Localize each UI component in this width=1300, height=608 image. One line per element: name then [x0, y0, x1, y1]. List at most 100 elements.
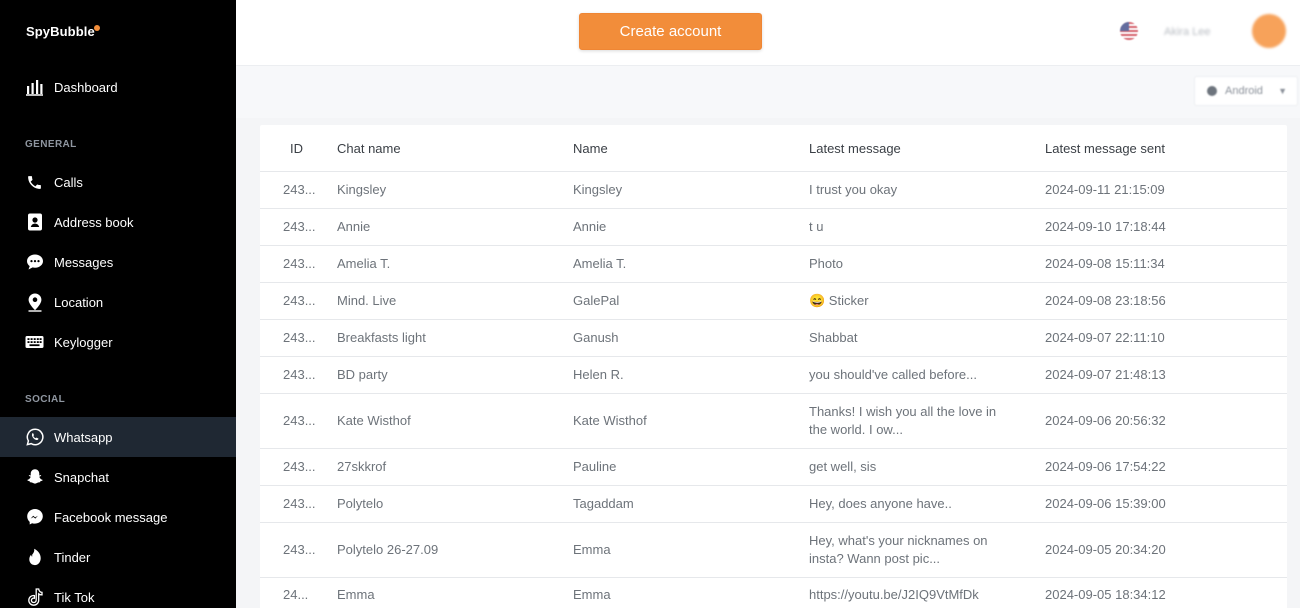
tiktok-icon [25, 588, 44, 607]
cell-latest-message-sent: 2024-09-07 21:48:13 [1045, 367, 1166, 382]
cell-latest-message: Shabbat [809, 330, 858, 345]
cell-id: 243... [283, 256, 316, 271]
sidebar-item-label: Calls [54, 174, 83, 190]
sidebar-item-label: Keylogger [54, 334, 113, 350]
cell-chat-name: 27skkrof [337, 459, 387, 474]
cell-chat-name: Mind. Live [337, 293, 397, 308]
column-header-chat-name[interactable]: Chat name [337, 141, 401, 156]
sidebar-item-tiktok[interactable]: Tik Tok [0, 577, 236, 608]
table-row[interactable]: 243... Amelia T. Amelia T. Photo 2024-09… [260, 246, 1287, 283]
cell-chat-name: Polytelo 26-27.09 [337, 542, 439, 557]
table-row[interactable]: 243... 27skkrof Pauline get well, sis 20… [260, 449, 1287, 486]
sidebar-item-dashboard[interactable]: Dashboard [0, 67, 236, 107]
whatsapp-chats-table: ID Chat name Name Latest message Latest … [260, 125, 1287, 608]
sidebar-item-messages[interactable]: Messages [0, 242, 236, 282]
cell-id: 24... [283, 587, 309, 602]
sidebar-item-label: Messages [54, 254, 114, 270]
table-row[interactable]: 243... Polytelo 26-27.09 Emma Hey, what'… [260, 523, 1287, 578]
cell-latest-message-sent: 2024-09-05 18:34:12 [1045, 587, 1166, 602]
table-row[interactable]: 243... Mind. Live GalePal 😄 Sticker 2024… [260, 283, 1287, 320]
sidebar-item-label: Dashboard [54, 79, 118, 95]
column-header-latest-message-sent[interactable]: Latest message sent [1045, 141, 1165, 156]
table-row[interactable]: 243... Polytelo Tagaddam Hey, does anyon… [260, 486, 1287, 523]
cell-id: 243... [283, 542, 316, 557]
cell-latest-message-sent: 2024-09-07 22:11:10 [1045, 330, 1165, 345]
address-book-icon [25, 213, 44, 232]
cell-name: Emma [573, 542, 611, 557]
keyboard-icon [25, 333, 44, 352]
sidebar-item-tinder[interactable]: Tinder [0, 537, 236, 577]
cell-latest-message-sent: 2024-09-06 20:56:32 [1045, 413, 1166, 428]
tinder-flame-icon [25, 548, 44, 567]
sidebar-item-label: Facebook message [54, 509, 168, 525]
table-row[interactable]: 243... Kate Wisthof Kate Wisthof Thanks!… [260, 394, 1287, 449]
cell-latest-message: 😄 Sticker [809, 293, 869, 308]
cell-latest-message: Hey, what's your nicknames on insta? Wan… [809, 533, 988, 566]
avatar[interactable] [1252, 14, 1286, 48]
cell-chat-name: Annie [337, 219, 371, 234]
sidebar-item-snapchat[interactable]: Snapchat [0, 457, 236, 497]
table-row[interactable]: 243... Annie Annie t u 2024-09-10 17:18:… [260, 209, 1287, 246]
cell-id: 243... [283, 496, 316, 511]
message-bubble-icon [25, 253, 44, 272]
cell-chat-name: Amelia T. [337, 256, 391, 271]
column-header-latest-message[interactable]: Latest message [809, 141, 1009, 156]
cell-id: 243... [283, 219, 316, 234]
cell-latest-message: t u [809, 219, 824, 234]
cell-latest-message: I trust you okay [809, 182, 898, 197]
cell-name: Kate Wisthof [573, 413, 647, 428]
device-selector-label: Android [1225, 85, 1263, 97]
sidebar-item-label: Location [54, 294, 104, 310]
table-row[interactable]: 24... Emma Emma https://youtu.be/J2IQ9Vt… [260, 578, 1287, 608]
sidebar: SpyBubble Dashboard GENERAL Calls Addres… [0, 0, 236, 608]
cell-chat-name: Emma [337, 587, 375, 602]
bar-chart-icon [25, 78, 44, 97]
messenger-icon [25, 508, 44, 527]
cell-chat-name: Breakfasts light [337, 330, 426, 345]
cell-name: Emma [573, 587, 611, 602]
cell-chat-name: Kate Wisthof [337, 413, 411, 428]
android-icon [1207, 86, 1217, 96]
us-flag-icon[interactable] [1120, 22, 1138, 40]
sidebar-item-label: Tik Tok [54, 589, 95, 605]
cell-id: 243... [283, 293, 316, 308]
brand-logo-dot [94, 25, 100, 31]
cell-latest-message: Hey, does anyone have.. [809, 496, 952, 511]
section-label-social: SOCIAL [25, 394, 66, 405]
cell-latest-message-sent: 2024-09-08 15:11:34 [1045, 256, 1165, 271]
cell-id: 243... [283, 182, 316, 197]
cell-chat-name: Kingsley [337, 182, 387, 197]
device-selector[interactable]: Android ▼ [1194, 76, 1298, 106]
sidebar-item-label: Address book [54, 214, 134, 230]
sidebar-item-whatsapp[interactable]: Whatsapp [0, 417, 236, 457]
table-header: ID Chat name Name Latest message Latest … [260, 125, 1287, 172]
create-account-button[interactable]: Create account [579, 13, 762, 50]
cell-latest-message-sent: 2024-09-11 21:15:09 [1045, 182, 1165, 197]
cell-name: Helen R. [573, 367, 624, 382]
cell-latest-message-sent: 2024-09-06 17:54:22 [1045, 459, 1166, 474]
table-row[interactable]: 243... Breakfasts light Ganush Shabbat 2… [260, 320, 1287, 357]
cell-latest-message-sent: 2024-09-05 20:34:20 [1045, 542, 1166, 557]
column-header-id[interactable]: ID [290, 141, 303, 156]
cell-latest-message-sent: 2024-09-08 23:18:56 [1045, 293, 1166, 308]
table-row[interactable]: 243... BD party Helen R. you should've c… [260, 357, 1287, 394]
sidebar-item-facebook-message[interactable]: Facebook message [0, 497, 236, 537]
column-header-name[interactable]: Name [573, 141, 608, 156]
cell-latest-message-sent: 2024-09-10 17:18:44 [1045, 219, 1166, 234]
cell-latest-message-sent: 2024-09-06 15:39:00 [1045, 496, 1166, 511]
user-name[interactable]: Akira Lee [1164, 26, 1210, 38]
cell-name: Ganush [573, 330, 619, 345]
sidebar-item-address-book[interactable]: Address book [0, 202, 236, 242]
sidebar-item-label: Tinder [54, 549, 91, 565]
sidebar-item-label: Snapchat [54, 469, 109, 485]
sidebar-item-keylogger[interactable]: Keylogger [0, 322, 236, 362]
location-pin-icon [25, 293, 44, 312]
sidebar-item-location[interactable]: Location [0, 282, 236, 322]
cell-latest-message: get well, sis [809, 459, 877, 474]
cell-id: 243... [283, 367, 316, 382]
cell-chat-name: Polytelo [337, 496, 384, 511]
table-row[interactable]: 243... Kingsley Kingsley I trust you oka… [260, 172, 1287, 209]
sidebar-item-calls[interactable]: Calls [0, 162, 236, 202]
brand-logo[interactable]: SpyBubble [26, 24, 95, 39]
chevron-down-icon: ▼ [1278, 86, 1287, 96]
